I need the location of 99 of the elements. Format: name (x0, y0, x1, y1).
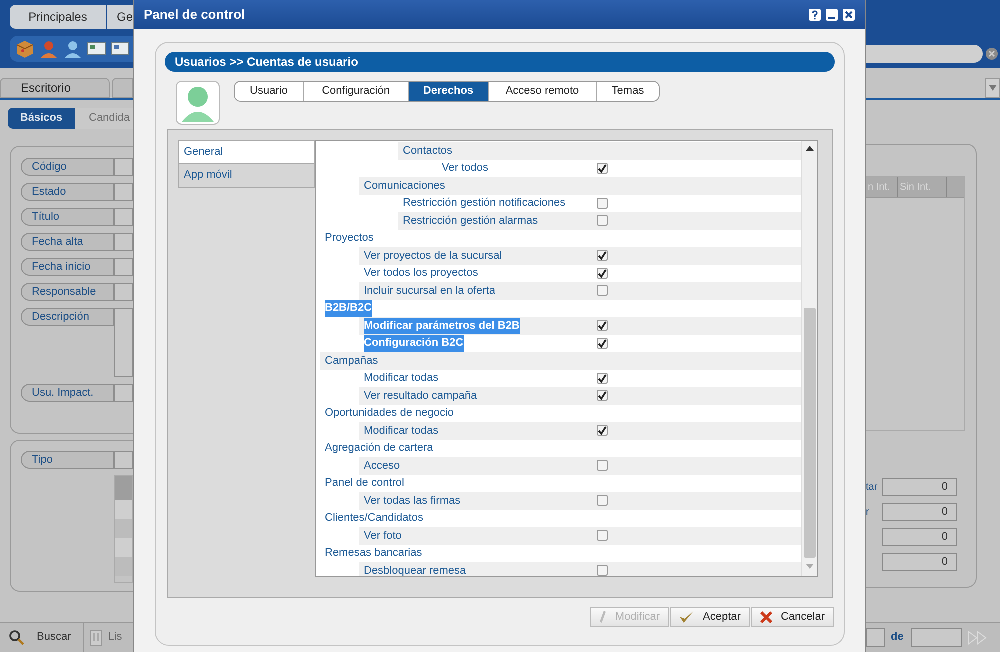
tab[interactable] (112, 78, 133, 98)
menu-button[interactable]: Principales (10, 5, 106, 29)
scroll-thumb[interactable] (804, 308, 816, 558)
counter-field: 0 (882, 528, 957, 546)
search-icon[interactable] (9, 630, 25, 646)
permission-label[interactable]: Campañas (325, 352, 378, 369)
permission-label[interactable]: Configuración B2C (364, 335, 464, 352)
close-icon[interactable] (843, 8, 855, 20)
field-label: Título (21, 208, 114, 226)
tab[interactable]: Derechos (408, 82, 488, 101)
search-field[interactable] (866, 45, 983, 63)
permission-label[interactable]: Proyectos (325, 230, 374, 246)
checkbox[interactable] (597, 565, 608, 576)
checkbox[interactable] (597, 268, 608, 279)
scrollbar[interactable] (801, 141, 817, 576)
dialog-button[interactable]: Aceptar (670, 607, 750, 627)
input-field[interactable] (114, 258, 133, 276)
next-icon[interactable] (966, 630, 989, 644)
permission-label[interactable]: Ver todos (442, 160, 488, 176)
caret-icon (988, 85, 996, 91)
counter-field: 0 (882, 553, 957, 571)
checkbox[interactable] (597, 320, 608, 332)
checkbox[interactable] (597, 425, 608, 436)
dropdown-button[interactable] (985, 78, 1000, 98)
box-icon[interactable] (15, 39, 35, 59)
permission-label[interactable]: Agregación de cartera (325, 440, 434, 456)
clear-icon[interactable] (985, 47, 999, 61)
permission-label[interactable]: Oportunidades de negocio (325, 405, 454, 422)
person-icon[interactable] (39, 39, 59, 59)
pager-label: de (891, 630, 904, 646)
checkbox[interactable] (597, 162, 608, 174)
list-icon[interactable] (90, 630, 102, 646)
checkbox[interactable] (597, 372, 608, 384)
scroll-up-icon[interactable] (806, 146, 814, 151)
permission-label[interactable]: Modificar parámetros del B2B (364, 318, 520, 334)
permission-label[interactable]: Panel de control (325, 475, 404, 492)
checkbox[interactable] (597, 285, 608, 296)
type-list[interactable] (114, 475, 133, 583)
page-field[interactable] (910, 628, 962, 647)
scroll-down-icon[interactable] (806, 564, 814, 569)
checkbox[interactable] (597, 198, 608, 209)
checkbox[interactable] (597, 460, 608, 472)
field-label: Tipo (21, 451, 114, 469)
pencil-icon (599, 611, 608, 623)
checkbox[interactable] (597, 390, 608, 402)
field-label: Código (21, 158, 114, 176)
minimize-icon[interactable] (826, 8, 838, 20)
checkbox[interactable] (597, 250, 608, 262)
permission-label[interactable]: Modificar todas (364, 370, 439, 386)
counter-field: 0 (882, 478, 957, 496)
permission-label[interactable]: Contactos (403, 142, 453, 159)
permission-label[interactable]: Ver todos los proyectos (364, 265, 478, 282)
person-icon[interactable] (63, 39, 83, 59)
menu-button[interactable]: Ge (106, 5, 133, 29)
check-icon (679, 610, 696, 624)
window-title: Panel de control (144, 6, 246, 24)
permission-label[interactable]: Remesas bancarias (325, 545, 422, 562)
permission-label[interactable]: Ver foto (364, 528, 402, 544)
checkbox[interactable] (597, 338, 608, 349)
field-label: Responsable (21, 283, 114, 301)
section-item[interactable]: General (178, 140, 315, 164)
breadcrumb-bar: Usuarios >> Cuentas de usuario (165, 52, 835, 72)
input-field[interactable] (114, 308, 133, 377)
counter-label: r (866, 506, 870, 518)
tab[interactable]: Temas (596, 82, 659, 101)
help-icon[interactable] (809, 8, 821, 20)
field-label: Descripción (21, 308, 114, 326)
field-label: Usu. Impact. (21, 384, 114, 402)
field-label: Fecha alta (21, 233, 114, 251)
counter-label: tar (866, 482, 878, 492)
field-label: Fecha inicio (21, 258, 114, 276)
checkbox[interactable] (597, 215, 608, 226)
input-field[interactable] (114, 283, 133, 301)
tab[interactable]: Usuario (235, 82, 303, 101)
input-field[interactable] (114, 158, 133, 176)
permission-label[interactable]: B2B/B2C (325, 300, 372, 316)
counter-field: 0 (882, 503, 957, 521)
checkbox[interactable] (597, 530, 608, 542)
search-label[interactable]: Buscar (37, 629, 72, 646)
dialog-button[interactable]: Cancelar (750, 607, 834, 627)
permission-label[interactable]: Comunicaciones (364, 178, 446, 194)
input-field[interactable] (114, 451, 133, 469)
input-field[interactable] (114, 233, 133, 251)
tab[interactable]: Escritorio (0, 78, 110, 98)
subtab[interactable]: Básicos (8, 108, 75, 129)
permission-label[interactable]: Acceso (364, 458, 400, 474)
permission-label[interactable]: Clientes/Candidatos (325, 510, 424, 526)
input-field[interactable] (114, 208, 133, 226)
close-icon (760, 610, 773, 624)
section-item[interactable]: App móvil (178, 164, 315, 188)
permission-label[interactable]: Modificar todas (364, 422, 439, 439)
checkbox[interactable] (597, 495, 608, 506)
input-field[interactable] (114, 183, 133, 201)
tab[interactable]: Acceso remoto (488, 82, 596, 101)
tab[interactable]: Configuración (303, 82, 408, 101)
input-field[interactable] (114, 384, 133, 402)
page-field[interactable] (866, 628, 885, 647)
permission-label[interactable]: Restricción gestión notificaciones (403, 195, 566, 212)
field-label: Estado (21, 183, 114, 201)
